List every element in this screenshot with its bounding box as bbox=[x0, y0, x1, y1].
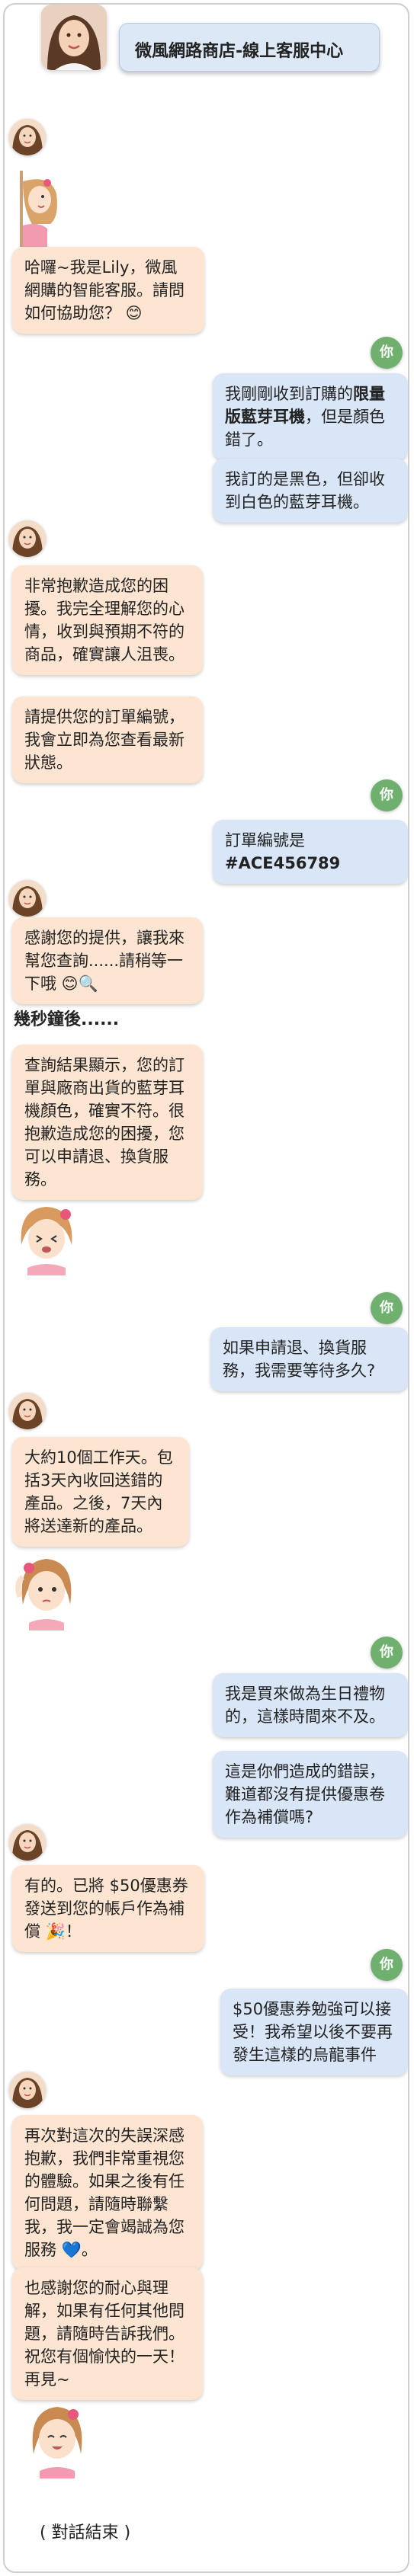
magnifier-icon: 🔍 bbox=[78, 974, 98, 993]
agent-portrait bbox=[41, 5, 107, 70]
agent-avatar bbox=[9, 1824, 46, 1861]
user-avatar: 你 bbox=[371, 1949, 403, 1981]
smile-emoji-icon: 😊 bbox=[56, 974, 79, 993]
agent-message: 查詢結果顯示，您的訂單與廠商出貨的藍芽耳機顏色，確實不符。很抱歉造成您的困擾，您… bbox=[12, 1045, 203, 1200]
smile-emoji-icon: 😊 bbox=[120, 304, 143, 322]
agent-message: 請提供您的訂單編號，我會立即為您查看最新狀態。 bbox=[12, 696, 203, 783]
time-gap-note: 幾秒鐘後...... bbox=[14, 1010, 120, 1029]
user-message: $50優惠券勉強可以接受！我希望以後不要再發生這樣的烏龍事件 bbox=[220, 1989, 408, 2075]
agent-message: 再次對這次的失誤深感抱歉，我們非常重視您的體驗。如果之後有任何問題，請隨時聯繫我… bbox=[12, 2115, 203, 2270]
agent-avatar bbox=[9, 520, 46, 557]
page-title: 微風網路商店-線上客服中心 bbox=[135, 42, 344, 61]
user-message: 我剛剛收到訂購的限量版藍芽耳機，但是顏色錯了。 bbox=[213, 373, 408, 460]
agent-message: 也感謝您的耐心與理解，如果有任何其他問題，請隨時告訴我們。祝您有個愉快的一天！再… bbox=[12, 2267, 203, 2400]
agent-avatar bbox=[9, 880, 46, 917]
user-avatar: 你 bbox=[371, 337, 403, 369]
agent-message: 有的。已將 $50優惠券發送到您的帳戶作為補償 🎉！ bbox=[12, 1865, 204, 1952]
user-message: 訂單編號是 #ACE456789 bbox=[213, 820, 408, 884]
agent-avatar bbox=[9, 1393, 46, 1429]
user-message: 我訂的是黑色，但卻收到白色的藍芽耳機。 bbox=[213, 459, 408, 523]
agent-message: 哈囉~我是Lily，微風網購的智能客服。請問如何協助您？ 😊 bbox=[12, 247, 204, 334]
chat-header: 微風網路商店-線上客服中心 bbox=[5, 5, 408, 88]
agent-message: 大約10個工作天。包括3天內收回送錯的產品。之後，7天內將送達新的產品。 bbox=[12, 1437, 189, 1547]
cartoon-girl-apologizing-sticker bbox=[12, 1199, 81, 1278]
user-avatar: 你 bbox=[371, 1637, 403, 1669]
cartoon-girl-thinking-sticker bbox=[12, 1551, 81, 1634]
blue-heart-icon: 💙 bbox=[56, 2241, 82, 2259]
conversation-end-note: ( 對話結束 ) bbox=[40, 2523, 131, 2542]
user-message: 這是你們造成的錯誤，難道都沒有提供優惠卷作為補償嗎? bbox=[213, 1751, 408, 1838]
agent-message: 感謝您的提供，讓我來幫您查詢......請稍等一下哦 😊🔍 bbox=[12, 917, 203, 1004]
cartoon-girl-peeking-sticker bbox=[17, 171, 63, 250]
agent-message: 非常抱歉造成您的困擾。我完全理解您的心情，收到與預期不符的商品，確實讓人沮喪。 bbox=[12, 565, 203, 675]
agent-avatar bbox=[9, 119, 46, 155]
user-avatar: 你 bbox=[371, 1292, 403, 1324]
cartoon-girl-waving-sticker bbox=[23, 2399, 91, 2482]
chat-window: 微風網路商店-線上客服中心 哈囉~我是Lily，微風網購的智能客服。請問如何協助… bbox=[3, 3, 409, 2573]
agent-avatar bbox=[9, 2072, 46, 2108]
user-message: 如果申請退、換貨服務，我需要等待多久? bbox=[210, 1327, 408, 1391]
party-popper-icon: 🎉 bbox=[40, 1922, 66, 1941]
chat-title-box: 微風網路商店-線上客服中心 bbox=[119, 23, 380, 72]
user-avatar: 你 bbox=[371, 779, 403, 811]
user-message: 我是買來做為生日禮物的，這樣時間來不及。 bbox=[213, 1673, 408, 1737]
